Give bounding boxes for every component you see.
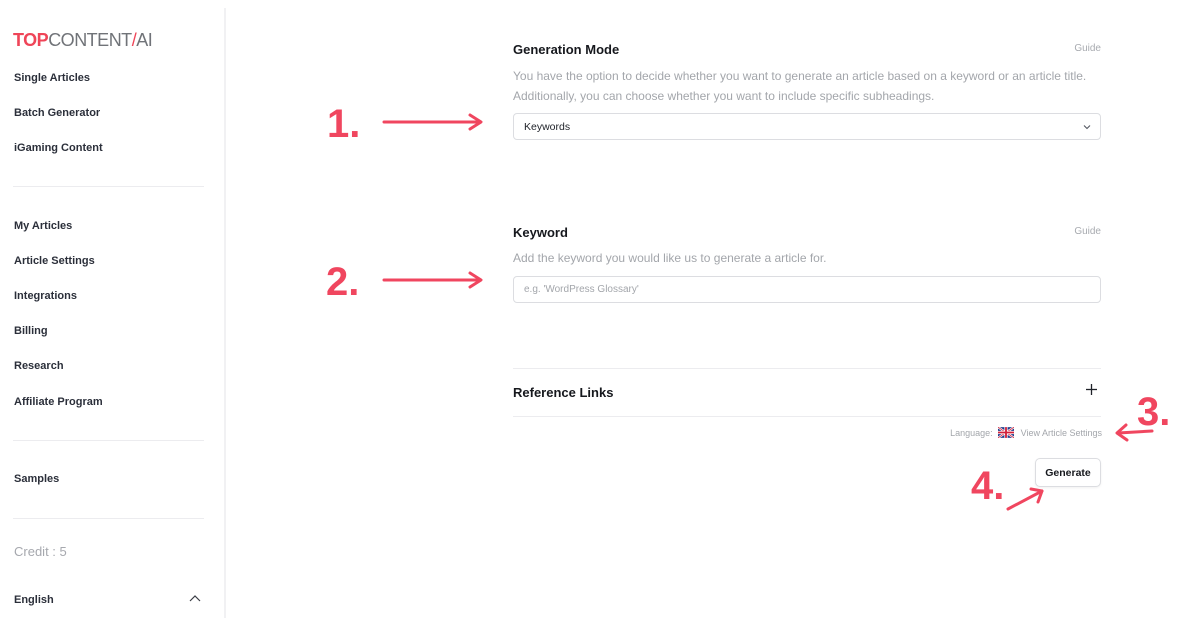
annotation-step-2: 2. <box>326 260 360 304</box>
generate-button[interactable]: Generate <box>1035 458 1101 487</box>
sidebar-item-batch-generator[interactable]: Batch Generator <box>14 107 100 119</box>
generation-mode-selected-value: Keywords <box>524 121 571 133</box>
sidebar-divider <box>13 186 204 187</box>
keyword-title: Keyword <box>513 225 568 240</box>
language-selector-label[interactable]: English <box>14 594 54 606</box>
section-divider <box>513 368 1101 369</box>
sidebar-divider <box>13 440 204 441</box>
logo-ai: AI <box>136 30 153 50</box>
generation-mode-title: Generation Mode <box>513 42 620 57</box>
chevron-up-icon[interactable] <box>188 592 202 604</box>
generation-mode-guide-link[interactable]: Guide <box>1074 43 1101 54</box>
view-article-settings-link[interactable]: View Article Settings <box>1021 428 1102 438</box>
sidebar-item-integrations[interactable]: Integrations <box>14 290 77 302</box>
keyword-description: Add the keyword you would like us to gen… <box>513 251 827 265</box>
annotation-step-4: 4. <box>971 464 1005 508</box>
generation-mode-select[interactable]: Keywords <box>513 113 1101 140</box>
chevron-down-icon <box>1083 125 1091 130</box>
logo-content: CONTENT <box>48 30 132 50</box>
annotation-step-1: 1. <box>327 102 361 146</box>
sidebar-item-affiliate-program[interactable]: Affiliate Program <box>14 396 103 408</box>
keyword-input[interactable] <box>513 276 1101 303</box>
generation-mode-description: You have the option to decide whether yo… <box>513 69 1087 103</box>
sidebar-item-samples[interactable]: Samples <box>14 473 59 485</box>
annotation-arrow-2 <box>382 271 483 289</box>
sidebar-item-billing[interactable]: Billing <box>14 325 48 337</box>
sidebar-item-article-settings[interactable]: Article Settings <box>14 255 95 267</box>
annotation-arrow-3 <box>1115 423 1154 442</box>
sidebar-item-research[interactable]: Research <box>14 360 64 372</box>
plus-icon[interactable] <box>1085 383 1098 396</box>
sidebar-border <box>224 8 226 618</box>
uk-flag-icon <box>997 427 1014 438</box>
credit-balance: Credit : 5 <box>14 544 67 559</box>
logo[interactable]: TOPCONTENT/AI <box>13 30 153 51</box>
sidebar-divider <box>13 518 204 519</box>
logo-top: TOP <box>13 30 49 50</box>
annotation-arrow-1 <box>382 113 483 131</box>
annotation-arrow-4 <box>1006 487 1044 511</box>
section-divider <box>513 416 1101 417</box>
sidebar-item-single-articles[interactable]: Single Articles <box>14 72 90 84</box>
language-row: Language: View Article Settings <box>950 427 1102 438</box>
sidebar-item-my-articles[interactable]: My Articles <box>14 220 72 232</box>
language-label: Language: <box>950 427 993 438</box>
keyword-guide-link[interactable]: Guide <box>1074 226 1101 237</box>
sidebar-item-igaming-content[interactable]: iGaming Content <box>14 142 103 154</box>
sidebar: TOPCONTENT/AI Single Articles Batch Gene… <box>0 0 224 628</box>
reference-links-title[interactable]: Reference Links <box>513 385 613 400</box>
